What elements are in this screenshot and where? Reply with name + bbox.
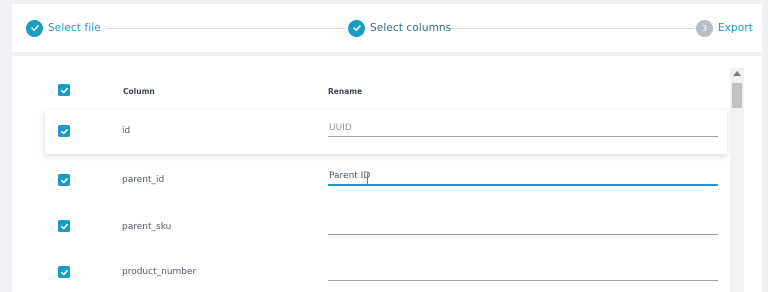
- table-row: product_number: [44, 252, 729, 292]
- column-name: parent_sku: [122, 222, 172, 232]
- table-row: id: [45, 110, 727, 154]
- step-number-badge: 3: [696, 19, 713, 37]
- column-name: product_number: [122, 267, 197, 277]
- step-label: Select columns: [370, 22, 452, 34]
- rename-input[interactable]: [328, 121, 718, 137]
- text-caret: [367, 173, 368, 184]
- select-all-checkbox[interactable]: [58, 84, 70, 96]
- scroll-thumb[interactable]: [732, 83, 742, 108]
- row-checkbox[interactable]: [58, 174, 70, 186]
- row-checkbox[interactable]: [58, 125, 70, 137]
- step-label: Select file: [48, 22, 101, 34]
- step-connector-1: [106, 28, 346, 29]
- column-name: id: [122, 126, 131, 136]
- column-mapping-panel: Column Rename id parent_id parent_sku pr…: [12, 56, 762, 292]
- column-header: Column: [123, 87, 155, 96]
- row-checkbox[interactable]: [58, 266, 70, 278]
- rename-header: Rename: [328, 87, 363, 96]
- step-select-columns[interactable]: Select columns: [348, 18, 451, 38]
- column-name: parent_id: [122, 175, 165, 185]
- step-label: Export: [718, 22, 753, 34]
- step-select-file[interactable]: Select file: [26, 18, 101, 38]
- rename-input[interactable]: [328, 170, 718, 186]
- step-check-icon: [26, 19, 43, 37]
- rename-input[interactable]: [328, 219, 718, 235]
- export-stepper: Select file Select columns 3 Export: [12, 4, 762, 52]
- scroll-up-arrow-icon[interactable]: [733, 71, 741, 76]
- table-row: parent_id: [44, 160, 729, 200]
- table-row: parent_sku: [44, 206, 729, 246]
- vertical-scrollbar[interactable]: [730, 68, 744, 292]
- table-header: Column Rename: [44, 76, 729, 106]
- step-check-icon: [348, 19, 365, 37]
- row-checkbox[interactable]: [58, 220, 70, 232]
- rename-input[interactable]: [328, 265, 718, 281]
- step-export[interactable]: 3 Export: [696, 18, 753, 38]
- step-connector-2: [444, 28, 694, 29]
